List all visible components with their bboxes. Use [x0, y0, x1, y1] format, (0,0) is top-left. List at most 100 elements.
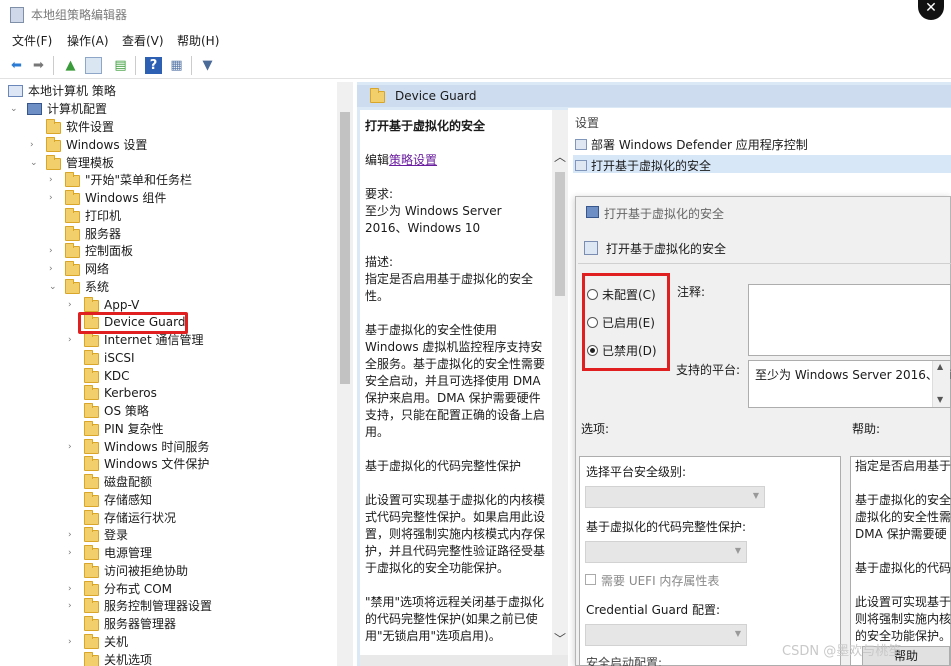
folder-icon	[65, 190, 80, 205]
code-integrity-select[interactable]: ▼	[585, 541, 747, 563]
tree-label: 打印机	[85, 208, 122, 223]
scroll-up-icon[interactable]: ︿	[554, 148, 566, 165]
folder-icon	[65, 261, 80, 276]
chevron-right-icon[interactable]: ›	[49, 189, 61, 207]
toolbar-separator	[191, 56, 192, 75]
toolbar-separator	[53, 56, 54, 75]
comment-textarea[interactable]	[748, 284, 951, 356]
folder-icon	[84, 651, 99, 666]
policy-setting-icon	[575, 139, 587, 150]
menu-help[interactable]: 帮助(H)	[177, 32, 219, 49]
chevron-right-icon[interactable]: ›	[68, 526, 80, 544]
scroll-up-icon[interactable]: ▲	[937, 362, 943, 371]
toolbar: ⬅ ➡ ▲ ▤ ? ▦ ▼	[0, 53, 951, 79]
folder-icon	[65, 243, 80, 259]
export-list-icon[interactable]: ▤	[112, 57, 129, 74]
tree-label: 系统	[85, 279, 110, 294]
desc-text: 指定是否启用基于虚拟化的安全性。	[365, 272, 534, 303]
back-arrow-icon[interactable]: ⬅	[8, 57, 25, 74]
tree-label: Kerberos	[104, 386, 157, 401]
forward-arrow-icon[interactable]: ➡	[30, 57, 47, 74]
policy-setting-icon	[575, 160, 587, 171]
folder-icon	[84, 403, 99, 418]
chevron-right-icon[interactable]: ›	[49, 171, 61, 189]
chevron-down-icon[interactable]: ⌄	[10, 100, 22, 118]
setting-row[interactable]: 部署 Windows Defender 应用程序控制	[575, 136, 808, 153]
watermark: CSDN @墨欢与桃笙	[782, 644, 902, 659]
requirements: 要求: 至少为 Windows Server 2016、Windows 10	[365, 186, 547, 237]
chevron-down-icon[interactable]: ⌄	[30, 154, 42, 172]
edit-line: 编辑策略设置	[365, 152, 547, 169]
folder-icon	[84, 296, 99, 312]
desc-para-1: 基于虚拟化的安全性使用 Windows 虚拟机监控程序支持安全服务。基于虚拟化的…	[365, 323, 546, 439]
tree-label: App-V	[104, 297, 140, 312]
folder-icon	[84, 580, 99, 596]
description-scroll-thumb[interactable]	[555, 172, 565, 296]
properties-icon[interactable]: ▦	[168, 57, 185, 74]
tree-label: 服务器管理器	[104, 617, 177, 631]
setting-label: 打开基于虚拟化的安全	[591, 159, 712, 173]
folder-icon	[370, 88, 385, 103]
edit-prefix: 编辑	[365, 153, 390, 167]
setting-row-selected[interactable]: 打开基于虚拟化的安全	[575, 157, 711, 174]
tree-label: PIN 复杂性	[104, 421, 164, 436]
computer-config-icon	[27, 103, 42, 115]
folder-icon	[84, 385, 99, 401]
tree-label: 网络	[85, 262, 110, 276]
folder-icon	[65, 172, 80, 188]
chevron-right-icon[interactable]: ›	[68, 633, 80, 651]
chevron-right-icon[interactable]: ›	[68, 438, 80, 456]
desc-label: 描述:	[365, 255, 394, 269]
uefi-checkbox[interactable]	[585, 574, 596, 585]
menu-view[interactable]: 查看(V)	[122, 32, 164, 49]
credential-guard-select[interactable]: ▼	[585, 624, 747, 646]
tree-label: 电源管理	[104, 546, 153, 560]
show-hide-tree-icon[interactable]	[85, 57, 102, 74]
tree-label: Windows 文件保护	[104, 457, 210, 472]
folder-icon	[84, 420, 99, 436]
edit-policy-link[interactable]: 策略设置	[389, 153, 437, 167]
folder-icon	[46, 136, 61, 152]
chevron-right-icon[interactable]: ›	[68, 296, 80, 314]
chevron-right-icon[interactable]: ›	[68, 597, 80, 615]
tree-label: 本地计算机 策略	[28, 84, 116, 98]
chevron-right-icon[interactable]: ›	[68, 580, 80, 598]
scroll-down-icon[interactable]: ﹀	[554, 630, 566, 647]
folder-icon	[84, 367, 99, 383]
chevron-down-icon: ▼	[752, 491, 759, 500]
settings-column-header[interactable]: 设置	[575, 114, 599, 131]
menu-bar: 文件(F) 操作(A) 查看(V) 帮助(H)	[0, 32, 951, 50]
folder-icon	[84, 332, 99, 347]
chevron-right-icon[interactable]: ›	[68, 544, 80, 562]
filter-icon[interactable]: ▼	[199, 57, 216, 74]
policy-tree: 本地计算机 策略 ⌄ 计算机配置 软件设置 › Windows 设置 ⌄ 管理模板 › "开…	[0, 82, 337, 666]
setting-label: 部署 Windows Defender 应用程序控制	[591, 138, 808, 152]
menu-action[interactable]: 操作(A)	[67, 32, 109, 49]
chevron-right-icon[interactable]: ›	[30, 136, 42, 154]
option-code-integrity-label: 基于虚拟化的代码完整性保护:	[586, 520, 747, 534]
folder-icon	[84, 562, 99, 578]
req-label: 要求:	[365, 187, 394, 201]
tree-label: OS 策略	[104, 404, 149, 418]
folder-icon	[84, 527, 99, 543]
tree-label: iSCSI	[104, 350, 135, 365]
desc-para-3: 此设置可实现基于虚拟化的内核模式代码完整性保护。如果启用此设置，则将强制实施内核…	[365, 493, 546, 575]
tree-label: 服务控制管理器设置	[104, 599, 213, 614]
scroll-down-icon[interactable]: ▼	[937, 395, 943, 404]
tree-label: 关机	[104, 634, 129, 649]
menu-file[interactable]: 文件(F)	[12, 32, 52, 49]
help-icon[interactable]: ?	[145, 57, 162, 74]
up-folder-icon[interactable]: ▲	[62, 57, 79, 74]
chevron-right-icon[interactable]: ›	[49, 260, 61, 278]
chevron-down-icon[interactable]: ⌄	[49, 278, 61, 296]
radio-group-highlight	[582, 273, 670, 371]
tree-label: 磁盘配额	[104, 475, 153, 489]
horizontal-scrollbar[interactable]	[360, 655, 568, 666]
device-guard-highlight	[78, 312, 188, 334]
folder-icon	[46, 154, 61, 170]
help-label: 帮助:	[852, 422, 881, 436]
description-block: 描述: 指定是否启用基于虚拟化的安全性。	[365, 254, 547, 305]
chevron-right-icon[interactable]: ›	[49, 242, 61, 260]
tree-scroll-thumb[interactable]	[340, 112, 350, 384]
platform-level-select[interactable]: ▼	[585, 486, 765, 508]
